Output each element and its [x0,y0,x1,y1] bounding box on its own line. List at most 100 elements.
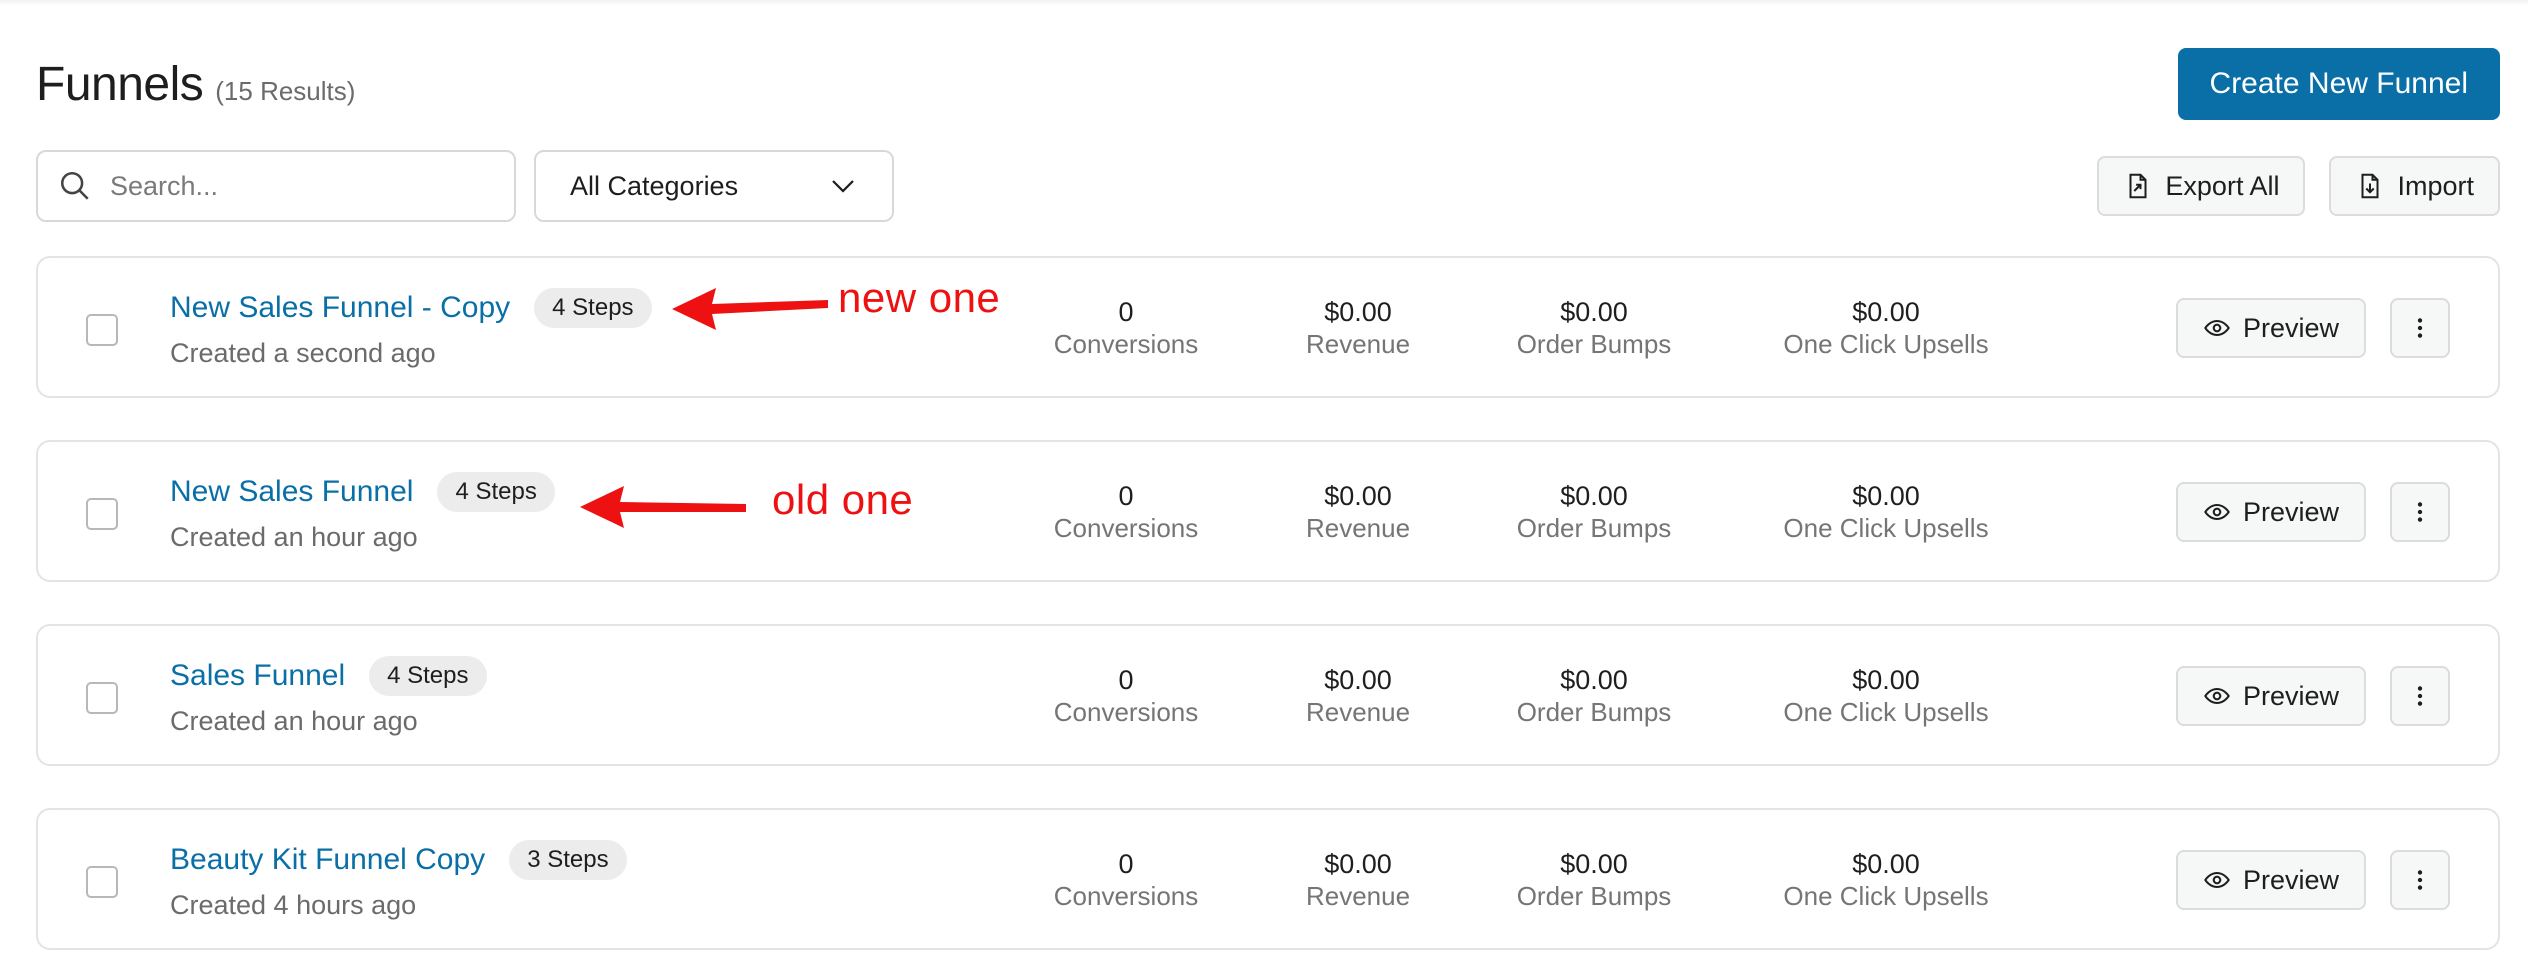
stat-order-bumps: $0.00 Order Bumps [1517,664,1672,728]
steps-badge: 3 Steps [509,840,627,880]
one-click-upsells-value: $0.00 [1852,297,1920,327]
revenue-label: Revenue [1305,697,1411,727]
revenue-value: $0.00 [1324,665,1392,695]
order-bumps-value: $0.00 [1560,665,1628,695]
toolbar: All Categories Export All [36,150,2500,222]
revenue-value: $0.00 [1324,297,1392,327]
preview-button[interactable]: Preview [2176,850,2366,910]
annotation-old-one: old one [772,476,914,523]
one-click-upsells-value: $0.00 [1852,481,1920,511]
order-bumps-value: $0.00 [1560,297,1628,327]
funnel-row: New Sales Funnel - Copy 4 Steps Created … [36,256,2500,398]
create-new-funnel-button[interactable]: Create New Funnel [2177,48,2500,120]
stat-conversions: 0 Conversions [1054,848,1199,912]
steps-badge: 4 Steps [437,472,555,512]
import-label: Import [2397,170,2474,201]
one-click-upsells-label: One Click Upsells [1783,513,1989,543]
preview-button[interactable]: Preview [2176,482,2366,542]
preview-label: Preview [2242,496,2340,527]
stat-order-bumps: $0.00 Order Bumps [1517,848,1672,912]
stat-order-bumps: $0.00 Order Bumps [1517,480,1672,544]
action-group: Export All Import [2097,156,2500,216]
preview-button[interactable]: Preview [2176,666,2366,726]
order-bumps-value: $0.00 [1560,481,1628,511]
funnel-row: New Sales Funnel 4 Steps Created an hour… [36,440,2500,582]
order-bumps-label: Order Bumps [1516,513,1672,543]
created-time: Created 4 hours ago [170,890,417,920]
top-shadow [0,0,2528,6]
created-time: Created an hour ago [170,706,418,736]
search-input[interactable] [108,169,494,203]
revenue-value: $0.00 [1324,849,1392,879]
order-bumps-label: Order Bumps [1516,881,1672,911]
stat-revenue: $0.00 Revenue [1306,296,1410,360]
order-bumps-label: Order Bumps [1516,329,1672,359]
revenue-value: $0.00 [1324,481,1392,511]
funnel-row: Sales Funnel 4 Steps Created an hour ago… [36,624,2500,766]
steps-badge: 4 Steps [534,288,652,328]
funnel-name-line: Sales Funnel 4 Steps [170,656,487,696]
preview-label: Preview [2242,864,2340,895]
import-icon [2361,173,2379,199]
funnel-name-line: New Sales Funnel - Copy 4 Steps [170,288,652,328]
funnel-name-link[interactable]: Beauty Kit Funnel Copy [170,843,485,877]
export-icon [2129,173,2147,199]
conversions-label: Conversions [1053,513,1199,543]
revenue-label: Revenue [1305,881,1411,911]
page-header: Funnels (15 Results) Create New Funnel [36,44,2500,124]
more-vertical-icon [2417,502,2423,522]
created-time: Created an hour ago [170,522,418,552]
chevron-down-icon [832,180,854,193]
funnel-name-line: Beauty Kit Funnel Copy 3 Steps [170,840,627,880]
more-actions-button[interactable] [2390,666,2450,726]
row-checkbox[interactable] [86,314,118,346]
search-box[interactable] [36,150,516,222]
stat-one-click-upsells: $0.00 One Click Upsells [1783,848,1988,912]
more-actions-button[interactable] [2390,298,2450,358]
category-select[interactable]: All Categories [534,150,894,222]
conversions-label: Conversions [1053,329,1199,359]
one-click-upsells-value: $0.00 [1852,849,1920,879]
more-actions-button[interactable] [2390,482,2450,542]
row-checkbox[interactable] [86,866,118,898]
annotation-arrow-old [580,486,746,528]
revenue-label: Revenue [1305,329,1411,359]
row-checkbox[interactable] [86,682,118,714]
funnels-page: Funnels (15 Results) Create New Funnel A… [0,0,2528,976]
more-vertical-icon [2417,870,2423,890]
stat-revenue: $0.00 Revenue [1306,848,1410,912]
funnel-name-link[interactable]: New Sales Funnel - Copy [170,291,510,325]
stat-one-click-upsells: $0.00 One Click Upsells [1783,480,1988,544]
category-selected-value: All Categories [570,170,739,201]
one-click-upsells-value: $0.00 [1852,665,1920,695]
more-vertical-icon [2417,318,2423,338]
stat-revenue: $0.00 Revenue [1306,480,1410,544]
funnel-name-link[interactable]: Sales Funnel [170,659,345,693]
annotation-new-one: new one [838,274,1001,321]
row-checkbox[interactable] [86,498,118,530]
more-actions-button[interactable] [2390,850,2450,910]
conversions-value: 0 [1118,297,1134,327]
title-group: Funnels (15 Results) [36,57,355,112]
stat-conversions: 0 Conversions [1054,664,1199,728]
stat-order-bumps: $0.00 Order Bumps [1517,296,1672,360]
one-click-upsells-label: One Click Upsells [1783,697,1989,727]
stat-one-click-upsells: $0.00 One Click Upsells [1783,296,1988,360]
conversions-value: 0 [1118,849,1134,879]
funnel-name-line: New Sales Funnel 4 Steps [170,472,555,512]
order-bumps-label: Order Bumps [1516,697,1672,727]
funnel-name-link[interactable]: New Sales Funnel [170,475,413,509]
search-icon [60,171,89,200]
export-all-label: Export All [2165,170,2280,201]
import-button[interactable]: Import [2329,156,2500,216]
conversions-value: 0 [1118,665,1134,695]
created-time: Created a second ago [170,338,436,368]
funnel-row: Beauty Kit Funnel Copy 3 Steps Created 4… [36,808,2500,950]
stat-conversions: 0 Conversions [1054,296,1199,360]
conversions-label: Conversions [1053,881,1199,911]
preview-button[interactable]: Preview [2176,298,2366,358]
filter-group: All Categories [36,150,894,222]
export-all-button[interactable]: Export All [2097,156,2306,216]
one-click-upsells-label: One Click Upsells [1783,329,1989,359]
steps-badge: 4 Steps [369,656,487,696]
